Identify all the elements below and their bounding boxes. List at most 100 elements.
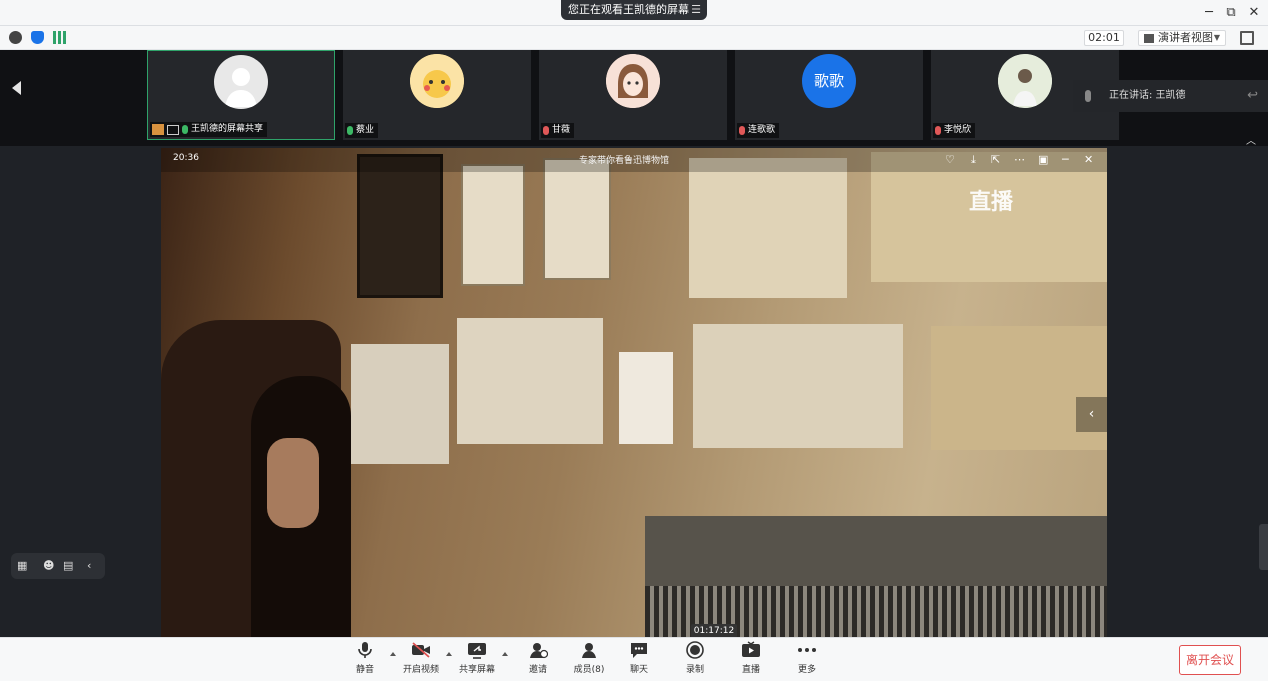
chevron-left-icon[interactable]: ‹ <box>1076 397 1107 432</box>
mute-label: 静音 <box>355 665 374 675</box>
shield-icon[interactable] <box>31 31 44 44</box>
emoji-icon[interactable]: ☻ <box>43 559 54 572</box>
chat-icon <box>629 641 649 659</box>
live-stream-button[interactable]: 直播 <box>726 641 776 679</box>
chevron-left-icon[interactable]: ‹ <box>87 559 91 572</box>
title-bar: 您正在观看王凯德的屏幕 ☰ ─ ⧉ ✕ <box>0 0 1268 26</box>
participant-name: 甘薇 <box>552 125 571 135</box>
record-icon <box>685 641 705 659</box>
side-panel-handle[interactable] <box>1259 524 1268 570</box>
meeting-timer: 02:01 <box>1084 30 1124 46</box>
participant-tile[interactable]: 王凯德的屏幕共享 <box>147 50 335 140</box>
chat-button[interactable]: 聊天 <box>614 641 664 679</box>
start-video-button[interactable]: 开启视频 <box>396 641 446 679</box>
portrait-frame <box>357 154 443 298</box>
avatar <box>410 54 464 108</box>
chevron-up-icon[interactable]: ︿ <box>1246 132 1256 147</box>
start-video-label: 开启视频 <box>402 665 439 675</box>
microphone-icon <box>355 641 375 659</box>
meeting-info-bar: 02:01 演讲者视图 ▼ <box>0 26 1268 50</box>
more-label: 更多 <box>797 665 816 675</box>
historical-photo-strip <box>645 516 1107 637</box>
photo-frame <box>461 164 525 286</box>
layout-icon <box>1144 34 1154 43</box>
participant-tile[interactable]: 蔡业 <box>343 50 531 140</box>
participant-tile[interactable]: 甘薇 <box>539 50 727 140</box>
avatar: 歌歌 <box>802 54 856 108</box>
members-button[interactable]: 成员(8) <box>564 641 614 679</box>
menu-lines-icon[interactable]: ☰ <box>691 0 701 20</box>
close-button[interactable]: ✕ <box>1243 3 1265 23</box>
caption-icon[interactable]: ▤ <box>63 559 73 572</box>
reply-arrow-icon[interactable]: ↩ <box>1247 88 1258 103</box>
share-screen-label: 共享屏幕 <box>458 665 495 675</box>
live-stream-icon <box>741 641 761 659</box>
members-icon <box>579 641 599 659</box>
leave-meeting-button[interactable]: 离开会议 <box>1179 645 1241 675</box>
microphone-icon <box>347 126 353 135</box>
record-button[interactable]: 录制 <box>670 641 720 679</box>
signal-icon[interactable] <box>53 31 66 44</box>
screen-share-icon <box>167 124 179 135</box>
photo-frame <box>543 158 611 280</box>
microphone-icon <box>182 125 188 134</box>
shared-screen-area: 20:36 专家带你看鲁迅博物馆 ♡ ⤓ ⇱ ⋯ ▣ ─ ✕ 直播 ‹ 01:1… <box>0 146 1268 637</box>
participant-name: 蔡业 <box>356 125 375 135</box>
minimize-button[interactable]: ─ <box>1198 3 1220 23</box>
scroll-left-icon[interactable] <box>12 81 21 95</box>
exhibit-panel <box>457 318 603 444</box>
portrait-photo <box>619 352 673 444</box>
participant-tile[interactable]: 歌歌 连歌歌 <box>735 50 923 140</box>
mute-button[interactable]: 静音 <box>340 641 390 679</box>
minimize-icon[interactable]: ─ <box>1062 153 1069 166</box>
video-off-icon <box>411 641 431 659</box>
exhibit-panel <box>689 158 847 298</box>
participant-label: 蔡业 <box>345 123 379 138</box>
invite-button[interactable]: 邀请 <box>513 641 563 679</box>
active-speaker-text: 正在讲话: 王凯德 <box>1109 90 1186 101</box>
close-icon[interactable]: ✕ <box>1084 153 1093 166</box>
floating-tools: ▦ ☻ ▤ ‹ <box>11 553 105 579</box>
microphone-icon <box>1085 90 1091 102</box>
info-icon[interactable] <box>9 31 22 44</box>
more-icon <box>797 641 817 659</box>
participant-name: 李悦欣 <box>944 125 972 135</box>
fullscreen-icon[interactable] <box>1240 31 1254 45</box>
participant-label: 连歌歌 <box>737 123 780 138</box>
share-screen-button[interactable]: 共享屏幕 <box>452 641 502 679</box>
active-speaker-indicator: 正在讲话: 王凯德 ↩ <box>1073 80 1268 112</box>
avatar <box>998 54 1052 108</box>
participant-label: 李悦欣 <box>933 123 976 138</box>
more-button[interactable]: 更多 <box>782 641 832 679</box>
members-label: 成员(8) <box>573 665 605 675</box>
heart-icon[interactable]: ♡ <box>945 153 955 166</box>
grid-icon[interactable]: ▦ <box>17 559 27 572</box>
more-icon[interactable]: ⋯ <box>1014 153 1025 166</box>
chevron-up-icon[interactable] <box>502 652 508 656</box>
chat-label: 聊天 <box>629 665 648 675</box>
record-label: 录制 <box>685 665 704 675</box>
chevron-down-icon: ▼ <box>1213 33 1220 42</box>
avatar <box>606 54 660 108</box>
participant-label: 王凯德的屏幕共享 <box>150 122 268 137</box>
view-mode-select[interactable]: 演讲者视图 ▼ <box>1138 30 1226 46</box>
view-mode-label: 演讲者视图 <box>1158 31 1213 44</box>
invite-label: 邀请 <box>528 665 547 675</box>
microphone-muted-icon <box>739 126 745 135</box>
picture-in-picture-icon[interactable]: ▣ <box>1038 153 1048 166</box>
person-face <box>267 438 319 528</box>
participant-name: 王凯德的屏幕共享 <box>191 124 264 134</box>
restore-button[interactable]: ⧉ <box>1220 3 1242 23</box>
invite-user-icon <box>528 641 549 659</box>
download-icon[interactable]: ⤓ <box>971 153 976 167</box>
video-title: 专家带你看鲁迅博物馆 <box>579 156 670 166</box>
participant-strip: 王凯德的屏幕共享 蔡业 甘薇 歌歌 连歌歌 李悦欣 正在讲话: 王凯德 ↩ ︿ <box>0 50 1268 147</box>
participant-label: 甘薇 <box>541 123 575 138</box>
exhibit-panel <box>693 324 903 448</box>
avatar <box>214 55 268 109</box>
screen-share-notice[interactable]: 您正在观看王凯德的屏幕 ☰ <box>561 0 707 20</box>
open-external-icon[interactable]: ⇱ <box>991 153 1000 166</box>
microphone-muted-icon <box>543 126 549 135</box>
share-screen-icon <box>467 641 487 659</box>
microphone-muted-icon <box>935 126 941 135</box>
